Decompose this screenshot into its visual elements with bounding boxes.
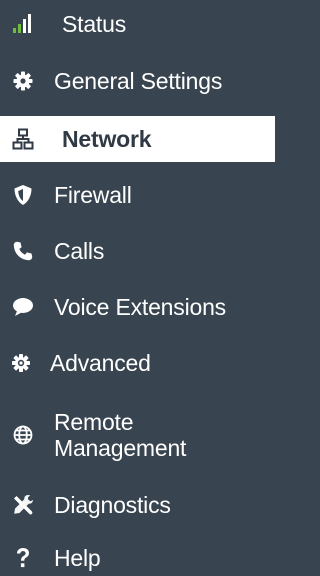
sidebar-item-label: Remote Management: [54, 409, 187, 461]
question-icon: [12, 547, 34, 569]
sidebar-item-advanced[interactable]: Advanced: [0, 344, 275, 382]
sidebar-item-label: Calls: [54, 238, 105, 264]
sidebar-item-status[interactable]: Status: [0, 6, 275, 42]
tools-icon: [12, 494, 34, 516]
sidebar-item-remote-management[interactable]: Remote Management: [0, 404, 275, 466]
speech-bubble-icon: [12, 296, 34, 318]
gear-icon: [12, 70, 34, 92]
sidebar-item-label: Status: [62, 11, 127, 37]
sidebar-item-voice-extensions[interactable]: Voice Extensions: [0, 288, 275, 326]
sidebar-item-label: Advanced: [50, 350, 151, 376]
signal-bars-icon: [12, 13, 34, 35]
sidebar-item-label: Help: [54, 545, 101, 571]
sidebar-item-firewall[interactable]: Firewall: [0, 176, 275, 214]
sidebar-item-label: Diagnostics: [54, 492, 171, 518]
network-icon: [12, 128, 34, 150]
sidebar-item-general-settings[interactable]: General Settings: [0, 62, 275, 100]
globe-icon: [12, 424, 34, 446]
sidebar-item-diagnostics[interactable]: Diagnostics: [0, 486, 275, 524]
sidebar-nav: Status General Settings Network Firewall…: [0, 0, 275, 576]
sidebar-item-label: General Settings: [54, 68, 223, 94]
sidebar-item-label: Network: [62, 126, 152, 152]
sidebar-item-label: Voice Extensions: [54, 294, 226, 320]
sidebar-item-help[interactable]: Help: [0, 540, 275, 576]
sidebar-item-network[interactable]: Network: [0, 116, 275, 162]
sidebar-item-calls[interactable]: Calls: [0, 232, 275, 270]
shield-icon: [12, 184, 34, 206]
phone-icon: [12, 240, 34, 262]
sidebar-item-label: Firewall: [54, 182, 132, 208]
cog-icon: [10, 352, 32, 374]
